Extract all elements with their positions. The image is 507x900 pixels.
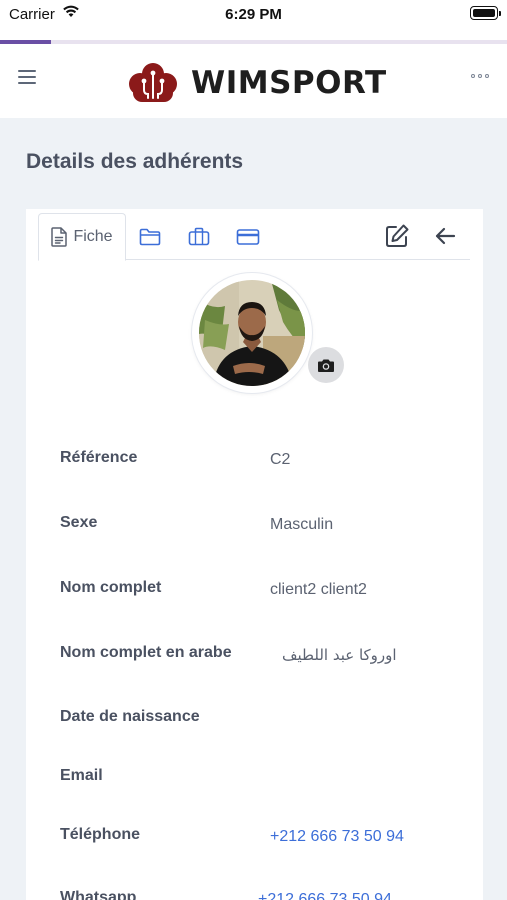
document-icon: [51, 227, 68, 247]
field-label: Whatsapp: [60, 889, 137, 900]
app-header: WIMSPORT: [0, 44, 507, 118]
camera-icon: [318, 359, 334, 372]
back-button[interactable]: [430, 221, 460, 251]
field-value: اوروكا عبد اللطيف: [282, 646, 397, 664]
brand-name: WIMSPORT: [191, 65, 387, 101]
field-label: Sexe: [60, 514, 98, 531]
tab-bar: Fiche: [38, 213, 470, 261]
field-label: Téléphone: [60, 826, 141, 843]
menu-button[interactable]: [18, 70, 36, 84]
tab-fiche[interactable]: Fiche: [38, 213, 126, 261]
folder-icon: [139, 228, 161, 245]
arrow-left-icon: [435, 227, 456, 245]
field-value: Masculin: [270, 516, 334, 533]
tab-fiche-label: Fiche: [73, 228, 113, 245]
field-value: client2 client2: [270, 581, 367, 598]
more-options-button[interactable]: [471, 74, 489, 78]
credit-card-icon: [236, 228, 260, 245]
clock: 6:29 PM: [225, 6, 282, 23]
field-label: Référence: [60, 449, 138, 466]
tab-documents[interactable]: [135, 213, 165, 260]
field-label: Date de naissance: [60, 708, 200, 725]
field-label: Nom complet en arabe: [60, 644, 232, 661]
whatsapp-link[interactable]: +212 666 73 50 94: [258, 891, 392, 900]
change-photo-button[interactable]: [308, 347, 344, 383]
tab-subscriptions[interactable]: [184, 213, 214, 260]
avatar: [199, 280, 305, 386]
member-details-card: Fiche Référence C2 Sexe Masculin Nom com…: [26, 209, 483, 900]
edit-button[interactable]: [382, 221, 412, 251]
status-bar: Carrier 6:29 PM: [0, 0, 507, 40]
edit-icon: [386, 224, 409, 247]
avatar-frame: [192, 273, 312, 393]
phone-link[interactable]: +212 666 73 50 94: [270, 828, 404, 846]
briefcase-icon: [188, 227, 210, 246]
battery-icon: [470, 6, 501, 20]
field-label: Nom complet: [60, 579, 162, 596]
brand-logo: WIMSPORT: [127, 62, 387, 104]
field-value: C2: [270, 451, 291, 468]
wimsport-logo-icon: [129, 63, 177, 102]
tab-payments[interactable]: [233, 213, 263, 260]
page-title: Details des adhérents: [26, 150, 244, 173]
field-label: Email: [60, 767, 103, 784]
